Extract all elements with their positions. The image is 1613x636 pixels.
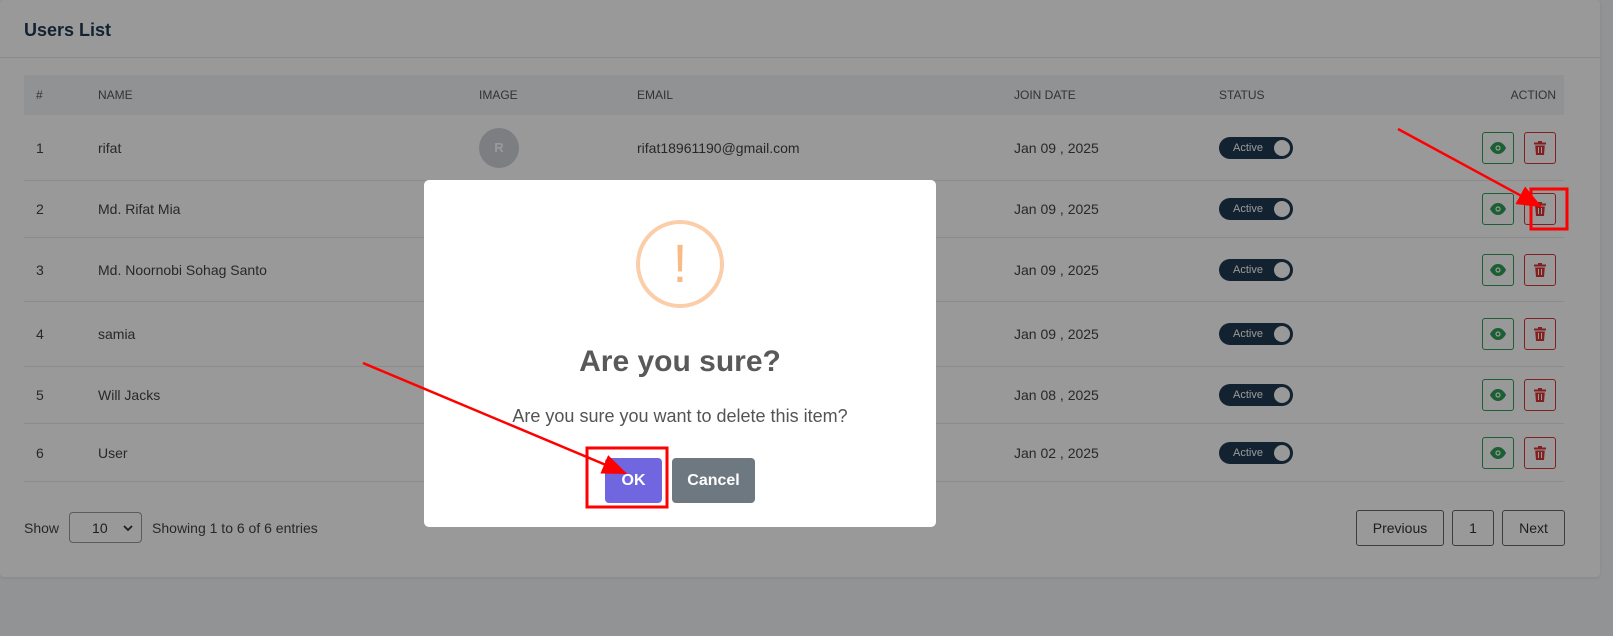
ok-button[interactable]: OK	[605, 458, 662, 503]
confirm-dialog: ! Are you sure? Are you sure you want to…	[424, 180, 936, 527]
dialog-message: Are you sure you want to delete this ite…	[512, 406, 848, 426]
exclamation-icon: !	[672, 234, 688, 294]
warning-icon: !	[636, 220, 724, 308]
cancel-button[interactable]: Cancel	[672, 458, 755, 503]
dialog-title: Are you sure?	[579, 345, 781, 378]
